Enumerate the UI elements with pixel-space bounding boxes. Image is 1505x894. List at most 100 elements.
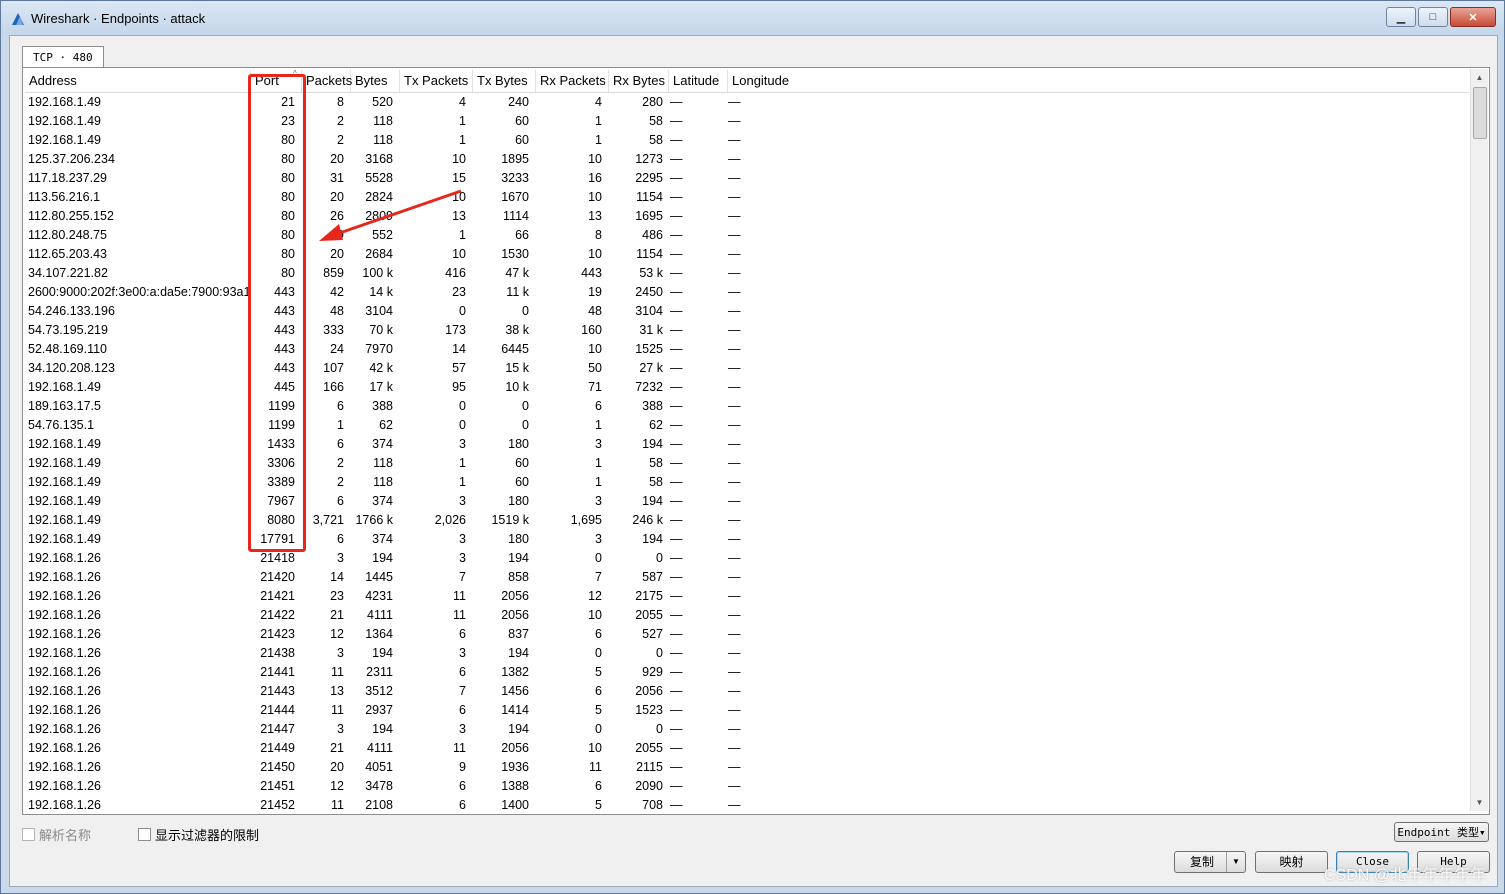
table-row[interactable]: 192.168.1.26 21422 21 4111 11 2056 10 2055 — —: [25, 606, 1469, 625]
table-row[interactable]: 192.168.1.26 21443 13 3512 7 1456 6 2056 — —: [25, 682, 1469, 701]
cell-address: 113.56.216.1: [28, 190, 101, 204]
cell-tx-bytes: 2056: [501, 608, 529, 622]
cell-tx-bytes: 1895: [501, 152, 529, 166]
table-row[interactable]: 192.168.1.49 3389 2 118 1 60 1 58 — —: [25, 473, 1469, 492]
cell-packets: 3,721: [312, 513, 344, 527]
cell-rx-packets: 0: [595, 722, 602, 736]
col-tx-packets[interactable]: Tx Packets: [400, 70, 473, 92]
cell-tx-packets: 3: [459, 494, 466, 508]
table-row[interactable]: 54.73.195.219 443 333 70 k 173 38 k 160 31 k — —: [25, 321, 1469, 340]
table-row[interactable]: 192.168.1.49 1433 6 374 3 180 3 194 — —: [25, 435, 1469, 454]
table-row[interactable]: 34.107.221.82 80 859 100 k 416 47 k 443 53 k — —: [25, 264, 1469, 283]
table-row[interactable]: 192.168.1.49 17791 6 374 3 180 3 194 — —: [25, 530, 1469, 549]
table-row[interactable]: 192.168.1.26 21423 12 1364 6 837 6 527 — —: [25, 625, 1469, 644]
cell-packets: 20: [330, 760, 344, 774]
cell-bytes: 118: [373, 114, 393, 128]
maximize-button[interactable]: □: [1418, 7, 1448, 27]
table-row[interactable]: 192.168.1.49 8080 3,721 1766 k 2,026 1519 k 1,…: [25, 511, 1469, 530]
table-row[interactable]: 192.168.1.26 21438 3 194 3 194 0 0 — —: [25, 644, 1469, 663]
endpoint-type-button[interactable]: Endpoint 类型▾: [1394, 822, 1489, 842]
table-row[interactable]: 112.65.203.43 80 20 2684 10 1530 10 1154 — —: [25, 245, 1469, 264]
cell-longitude: —: [728, 95, 741, 109]
cell-latitude: —: [670, 722, 683, 736]
minimize-button[interactable]: ▁: [1386, 7, 1416, 27]
cell-tx-bytes: 60: [515, 114, 529, 128]
table-row[interactable]: 192.168.1.49 445 166 17 k 95 10 k 71 7232 — —: [25, 378, 1469, 397]
limit-to-filter-checkbox[interactable]: 显示过滤器的限制: [138, 825, 259, 844]
col-rx-bytes[interactable]: Rx Bytes: [609, 70, 669, 92]
table-row[interactable]: 192.168.1.26 21421 23 4231 11 2056 12 2175 — —: [25, 587, 1469, 606]
table-row[interactable]: 192.168.1.26 21452 11 2108 6 1400 5 708 — —: [25, 796, 1469, 810]
col-bytes[interactable]: Bytes: [351, 70, 400, 92]
col-packets[interactable]: Packets: [302, 70, 352, 92]
checkbox-box[interactable]: [138, 828, 151, 841]
scroll-up-icon[interactable]: ▲: [1471, 69, 1488, 86]
vertical-scrollbar[interactable]: ▲ ▼: [1470, 69, 1488, 811]
cell-packets: 26: [330, 209, 344, 223]
col-latitude[interactable]: Latitude: [669, 70, 728, 92]
table-row[interactable]: 192.168.1.26 21449 21 4111 11 2056 10 2055 — —: [25, 739, 1469, 758]
table-row[interactable]: 192.168.1.49 80 2 118 1 60 1 58 — —: [25, 131, 1469, 150]
resolve-names-checkbox[interactable]: 解析名称: [22, 825, 91, 844]
cell-rx-bytes: 2055: [635, 608, 663, 622]
tab-tcp[interactable]: TCP · 480: [22, 46, 104, 68]
cell-rx-packets: 160: [581, 323, 602, 337]
table-row[interactable]: 54.246.133.196 443 48 3104 0 0 48 3104 — —: [25, 302, 1469, 321]
checkbox-box[interactable]: [22, 828, 35, 841]
cell-tx-bytes: 2056: [501, 589, 529, 603]
table-row[interactable]: 112.80.248.75 80 9 552 1 66 8 486 — —: [25, 226, 1469, 245]
table-row[interactable]: 192.168.1.26 21444 11 2937 6 1414 5 1523 — —: [25, 701, 1469, 720]
scroll-thumb[interactable]: [1473, 87, 1487, 139]
table-row[interactable]: 117.18.237.29 80 31 5528 15 3233 16 2295 — —: [25, 169, 1469, 188]
table-row[interactable]: 34.120.208.123 443 107 42 k 57 15 k 50 27 k — —: [25, 359, 1469, 378]
title-bar[interactable]: Wireshark · Endpoints · attack ▁ □ ✕: [1, 1, 1504, 35]
cell-tx-packets: 1: [459, 475, 466, 489]
cell-tx-bytes: 1519 k: [491, 513, 529, 527]
table-row[interactable]: 192.168.1.49 21 8 520 4 240 4 280 — —: [25, 93, 1469, 112]
table-row[interactable]: 192.168.1.26 21451 12 3478 6 1388 6 2090 — —: [25, 777, 1469, 796]
table-row[interactable]: 192.168.1.26 21447 3 194 3 194 0 0 — —: [25, 720, 1469, 739]
cell-port: 21444: [260, 703, 295, 717]
cell-tx-packets: 6: [459, 665, 466, 679]
table-row[interactable]: 125.37.206.234 80 20 3168 10 1895 10 1273 — —: [25, 150, 1469, 169]
col-tx-bytes[interactable]: Tx Bytes: [473, 70, 536, 92]
chevron-down-icon[interactable]: ▼: [1226, 852, 1245, 872]
table-row[interactable]: 52.48.169.110 443 24 7970 14 6445 10 1525 — —: [25, 340, 1469, 359]
cell-longitude: —: [728, 722, 741, 736]
cell-rx-bytes: 246 k: [632, 513, 663, 527]
cell-port: 23: [281, 114, 295, 128]
table-row[interactable]: 192.168.1.49 23 2 118 1 60 1 58 — —: [25, 112, 1469, 131]
scroll-down-icon[interactable]: ▼: [1471, 794, 1488, 811]
table-row[interactable]: 112.80.255.152 80 26 2809 13 1114 13 1695 — —: [25, 207, 1469, 226]
cell-rx-bytes: 587: [642, 570, 663, 584]
cell-address: 117.18.237.29: [28, 171, 108, 185]
col-longitude[interactable]: Longitude: [728, 70, 818, 92]
copy-button[interactable]: 复制 ▼: [1174, 851, 1246, 873]
table-row[interactable]: 192.168.1.49 3306 2 118 1 60 1 58 — —: [25, 454, 1469, 473]
cell-port: 1199: [268, 399, 295, 413]
cell-packets: 12: [330, 779, 344, 793]
table-row[interactable]: 189.163.17.5 1199 6 388 0 0 6 388 — —: [25, 397, 1469, 416]
table-row[interactable]: 113.56.216.1 80 20 2824 10 1670 10 1154 — —: [25, 188, 1469, 207]
cell-bytes: 3478: [365, 779, 393, 793]
cell-bytes: 70 k: [369, 323, 393, 337]
table-row[interactable]: 192.168.1.26 21418 3 194 3 194 0 0 — —: [25, 549, 1469, 568]
table-row[interactable]: 192.168.1.26 21420 14 1445 7 858 7 587 — —: [25, 568, 1469, 587]
map-button[interactable]: 映射: [1255, 851, 1328, 873]
cell-tx-bytes: 1400: [501, 798, 529, 810]
table-row[interactable]: 2600:9000:202f:3e00:a:da5e:7900:93a1 443 4…: [25, 283, 1469, 302]
sort-ascending-icon: ^: [293, 70, 297, 78]
table-row[interactable]: 54.76.135.1 1199 1 62 0 0 1 62 — —: [25, 416, 1469, 435]
cell-latitude: —: [670, 418, 683, 432]
close-window-button[interactable]: ✕: [1450, 7, 1496, 27]
col-rx-packets[interactable]: Rx Packets: [536, 70, 609, 92]
cell-packets: 21: [330, 741, 344, 755]
table-row[interactable]: 192.168.1.26 21441 11 2311 6 1382 5 929 — —: [25, 663, 1469, 682]
table-row[interactable]: 192.168.1.49 7967 6 374 3 180 3 194 — —: [25, 492, 1469, 511]
cell-address: 192.168.1.49: [28, 380, 101, 394]
table-row[interactable]: 192.168.1.26 21450 20 4051 9 1936 11 2115 — —: [25, 758, 1469, 777]
cell-port: 21443: [260, 684, 295, 698]
col-address[interactable]: Address: [25, 70, 251, 92]
cell-tx-packets: 23: [452, 285, 466, 299]
cell-latitude: —: [670, 323, 683, 337]
